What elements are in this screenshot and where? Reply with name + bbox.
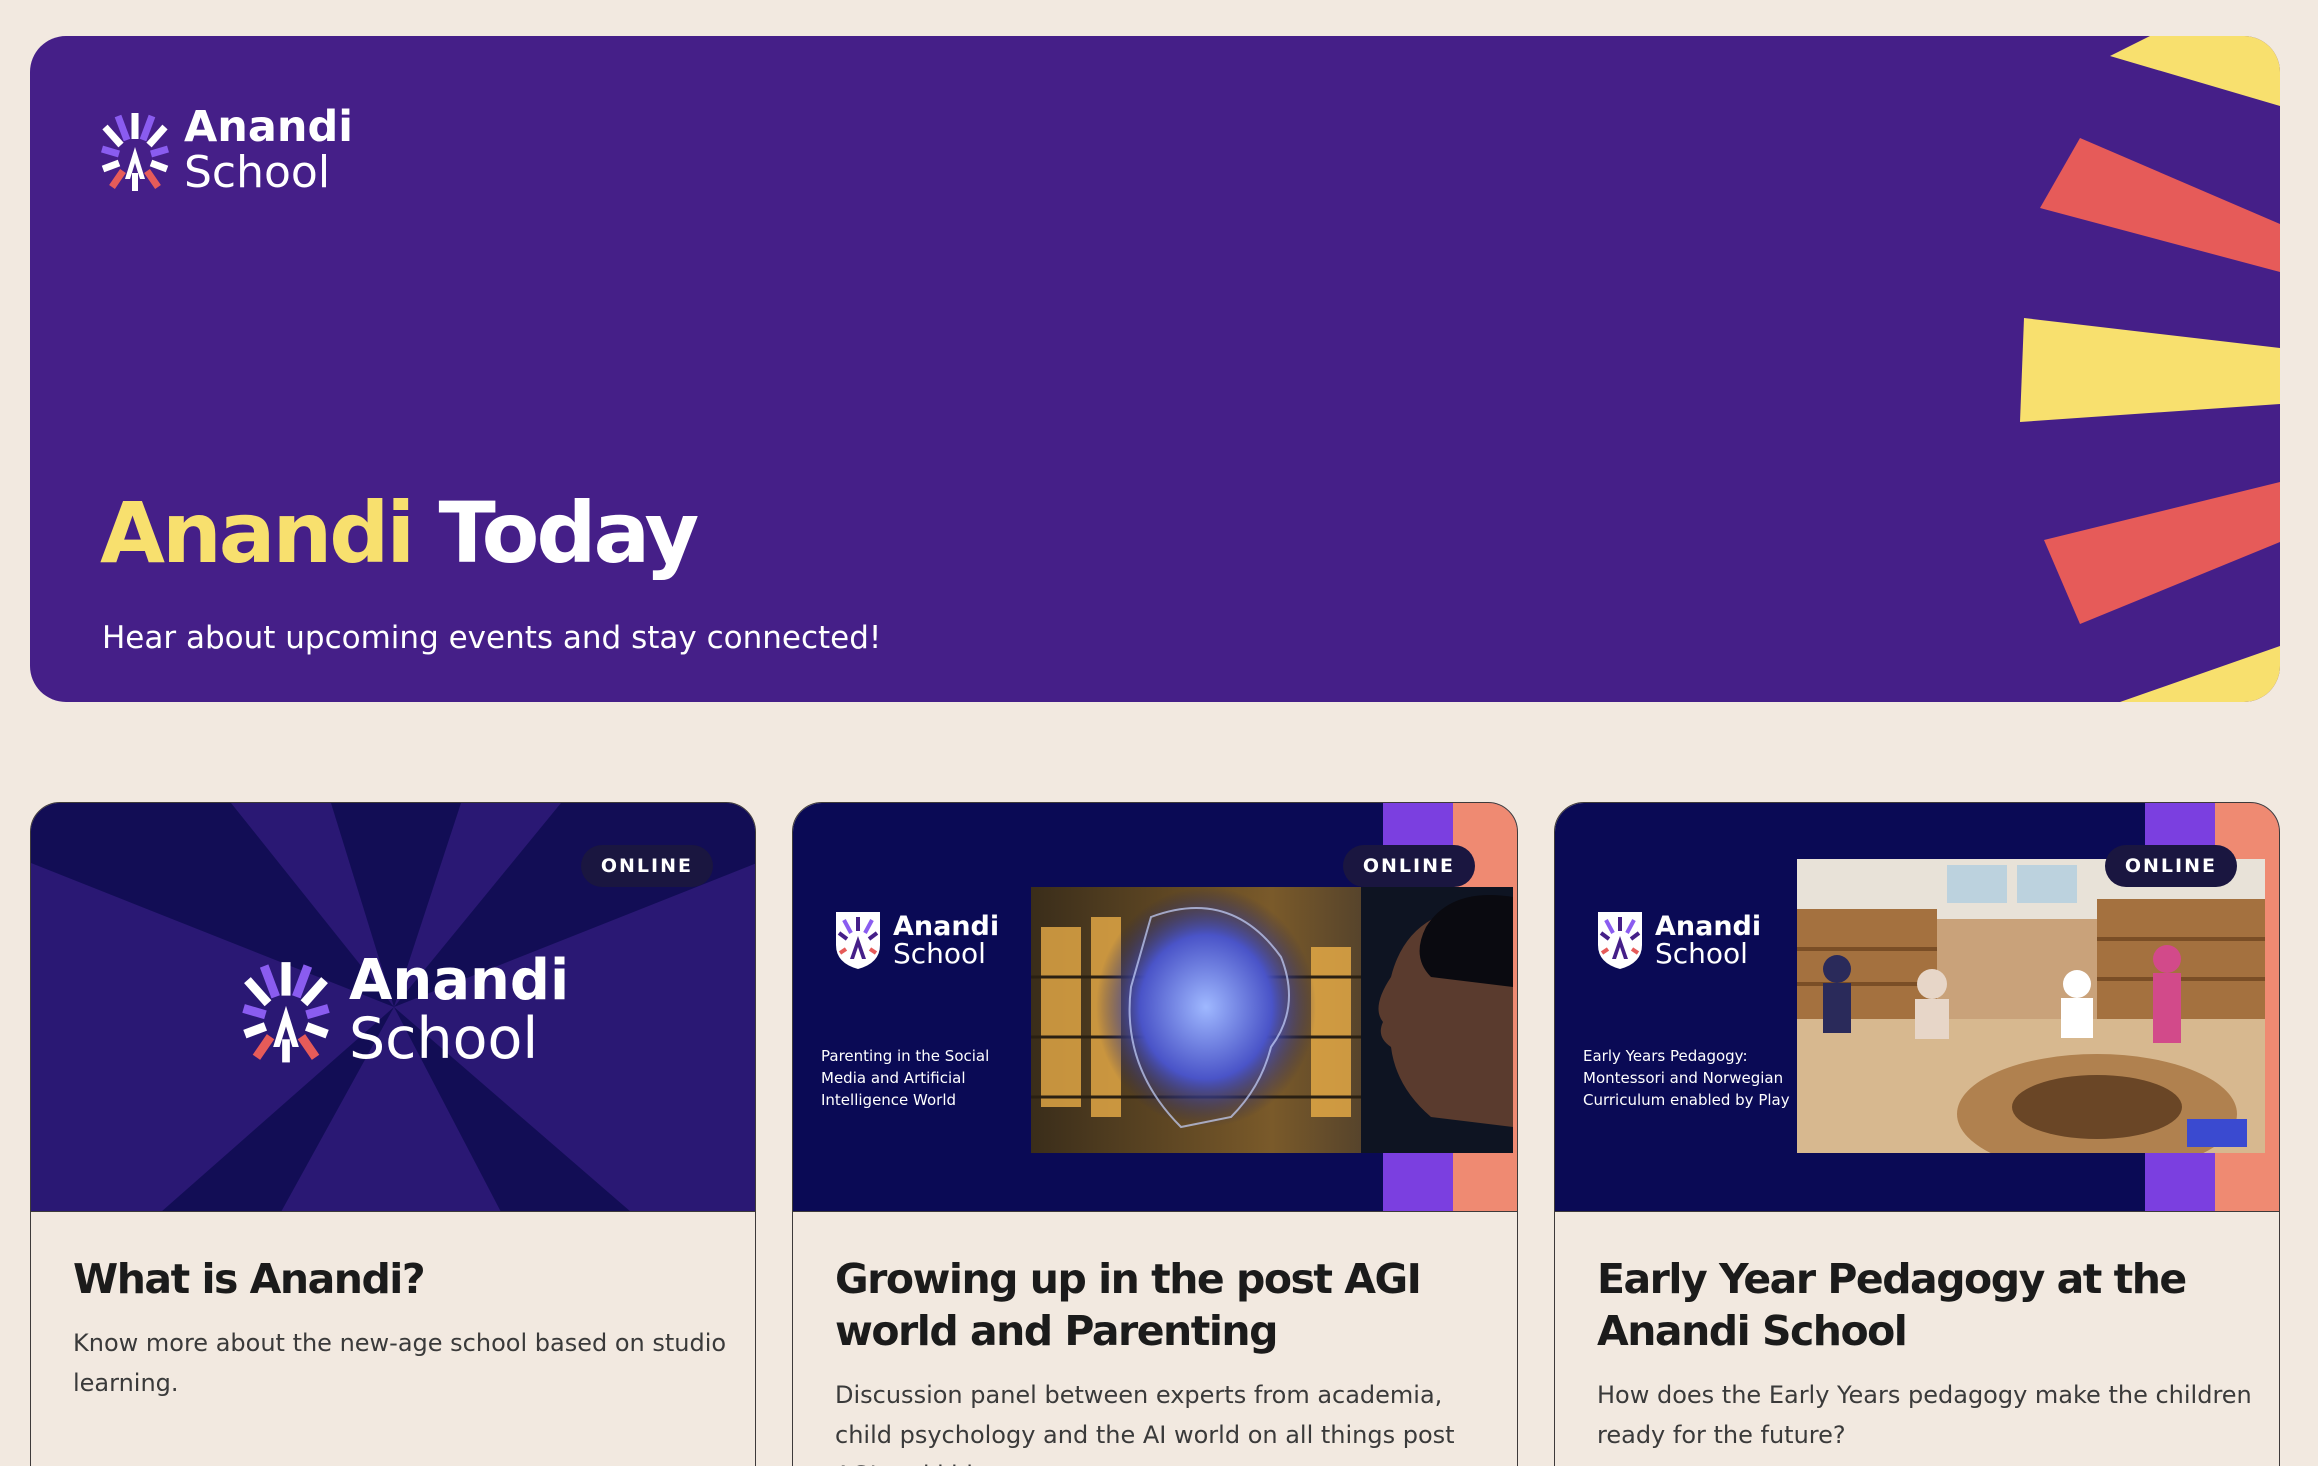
slide-caption: Parenting in the Social Media and Artifi… [821, 1047, 990, 1109]
classroom-photo [1797, 859, 2265, 1153]
slide-logo: Anandi School [833, 909, 999, 971]
card-thumbnail: Anandi School Early Years Pedagogy: Mont… [1555, 803, 2279, 1212]
hero-banner: Anandi School Anandi Today Hear about up… [30, 36, 2280, 702]
shield-logo-icon [1598, 912, 1642, 969]
slide-logo: Anandi School [1595, 909, 1761, 971]
online-badge: ONLINE [2104, 845, 2237, 887]
card-title[interactable]: Growing up in the post AGI world and Par… [835, 1253, 1485, 1357]
logo-text-school: School [349, 1006, 539, 1072]
card-logo: Anandi School [241, 953, 569, 1068]
slide-caption: Early Years Pedagogy: Montessori and Nor… [1583, 1047, 1790, 1109]
logo-text-school: School [184, 147, 331, 198]
event-card-what-is-anandi[interactable]: Anandi School ONLINE What is Anandi? Kno… [30, 802, 756, 1466]
card-description: Know more about the new-age school based… [73, 1329, 727, 1397]
logo-text-anandi: Anandi [893, 910, 1000, 942]
logo-text-school: School [1655, 936, 1748, 970]
page-title-accent: Anandi [100, 484, 415, 582]
card-title[interactable]: Early Year Pedagogy at the Anandi School [1597, 1253, 2247, 1357]
ai-head-photo [1031, 887, 1513, 1153]
logo-text-anandi: Anandi [1655, 910, 1762, 942]
logo-text-anandi: Anandi [349, 948, 570, 1013]
page-subtitle: Hear about upcoming events and stay conn… [102, 620, 882, 656]
school-logo[interactable]: Anandi School [100, 106, 353, 195]
card-thumbnail: Anandi School Parenting in the Social Me… [793, 803, 1517, 1212]
sunburst-logo-icon [101, 112, 169, 191]
decorative-sunburst-icon [2020, 36, 2280, 702]
page-title: Anandi Today [100, 484, 699, 582]
card-description: How does the Early Years pedagogy make t… [1597, 1381, 2252, 1449]
card-thumbnail: Anandi School ONLINE [31, 803, 755, 1212]
sunburst-logo-icon [242, 961, 330, 1062]
card-description: Discussion panel between experts from ac… [835, 1381, 1455, 1466]
logo-text-anandi: Anandi [184, 102, 354, 152]
ai-head-image-icon [1031, 887, 1513, 1153]
online-badge: ONLINE [1342, 845, 1475, 887]
event-card-early-year-pedagogy[interactable]: Anandi School Early Years Pedagogy: Mont… [1554, 802, 2280, 1466]
logo-text-school: School [893, 936, 986, 970]
classroom-image-icon [1797, 859, 2265, 1153]
online-badge: ONLINE [580, 845, 713, 887]
card-title[interactable]: What is Anandi? [73, 1253, 723, 1305]
shield-logo-icon [836, 912, 880, 969]
page-title-rest: Today [412, 484, 699, 582]
event-card-post-agi-parenting[interactable]: Anandi School Parenting in the Social Me… [792, 802, 1518, 1466]
